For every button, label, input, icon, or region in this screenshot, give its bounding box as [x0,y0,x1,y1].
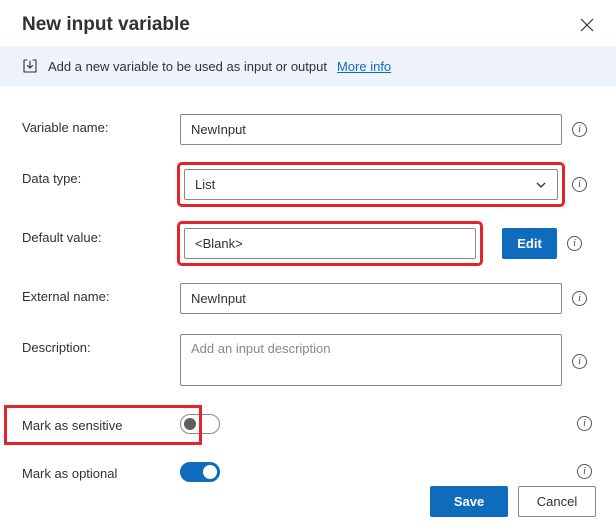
label-mark-optional: Mark as optional [22,460,180,481]
save-button[interactable]: Save [430,486,508,517]
default-value-display: <Blank> [184,228,476,259]
info-icon[interactable]: i [572,122,587,137]
label-description: Description: [22,334,180,355]
edit-button[interactable]: Edit [502,228,557,259]
data-type-value: List [195,177,215,192]
info-icon[interactable]: i [572,177,587,192]
info-icon[interactable]: i [572,291,587,306]
external-name-input[interactable] [180,283,562,314]
label-variable-name: Variable name: [22,114,180,135]
info-icon[interactable]: i [572,354,587,369]
close-icon [580,18,594,32]
info-bar: Add a new variable to be used as input o… [0,46,616,86]
default-value-text: <Blank> [195,236,243,251]
description-input[interactable] [180,334,562,386]
data-type-select[interactable]: List [184,169,558,200]
row-default-value: Default value: <Blank> Edit i [22,224,598,263]
row-data-type: Data type: List i [22,165,598,204]
chevron-down-icon [535,179,547,191]
info-bar-text: Add a new variable to be used as input o… [48,59,327,74]
dialog-title: New input variable [22,14,190,36]
dialog-footer: Save Cancel [430,486,596,517]
info-icon[interactable]: i [577,416,592,431]
label-default-value: Default value: [22,224,180,245]
close-button[interactable] [576,14,598,36]
cancel-button[interactable]: Cancel [518,486,596,517]
row-description: Description: i [22,334,598,386]
row-external-name: External name: i [22,283,598,314]
more-info-link[interactable]: More info [337,59,391,74]
label-data-type: Data type: [22,165,180,186]
label-mark-sensitive: Mark as sensitive [22,412,180,433]
download-icon [22,58,38,74]
info-icon[interactable]: i [567,236,582,251]
row-variable-name: Variable name: i [22,114,598,145]
row-mark-optional: Mark as optional i [22,460,598,482]
info-icon[interactable]: i [577,464,592,479]
label-external-name: External name: [22,283,180,304]
form-body: Variable name: i Data type: List i Defau… [0,86,616,482]
row-mark-sensitive: Mark as sensitive i [22,412,598,434]
variable-name-input[interactable] [180,114,562,145]
dialog-header: New input variable [0,0,616,46]
mark-sensitive-toggle[interactable] [180,414,220,434]
mark-optional-toggle[interactable] [180,462,220,482]
